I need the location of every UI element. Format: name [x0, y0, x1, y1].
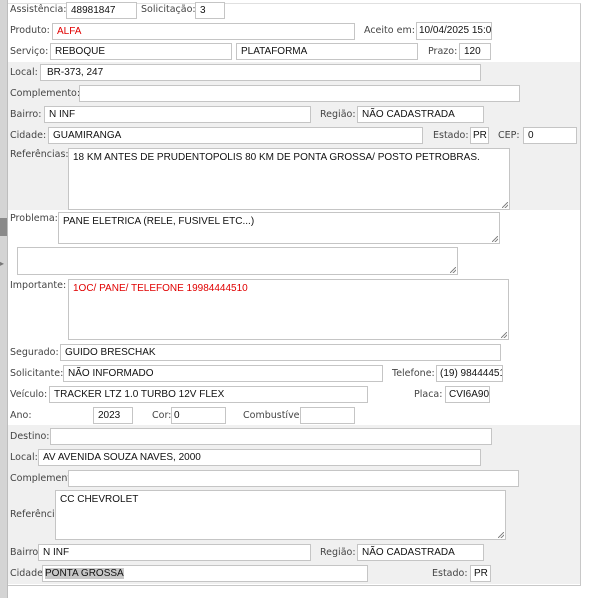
combustivel-label: Combustível: [243, 410, 306, 421]
cidade-field[interactable]: GUAMIRANGA [48, 127, 423, 144]
ano-field[interactable]: 2023 [93, 407, 133, 424]
produto-field[interactable]: ALFA [52, 23, 355, 40]
telefone-label: Telefone: [392, 368, 435, 379]
combustivel-field[interactable] [300, 407, 355, 424]
bairro-field[interactable]: N INF [44, 106, 311, 123]
local-label: Local: [10, 67, 38, 78]
referencias-textarea[interactable]: 18 KM ANTES DE PRUDENTOPOLIS 80 KM DE PO… [68, 148, 510, 210]
veiculo-label: Veículo: [10, 389, 48, 400]
prazo-field[interactable]: 120 [459, 43, 491, 60]
complemento-field[interactable] [79, 85, 520, 102]
complemento-label: Complemento: [10, 88, 81, 99]
destino-estado-field[interactable]: PR [470, 565, 491, 582]
destino-cidade-field[interactable]: PONTA GROSSA [42, 565, 368, 582]
solicitante-label: Solicitante: [10, 368, 64, 379]
ano-label: Ano: [10, 410, 32, 421]
placa-label: Placa: [414, 389, 443, 400]
destino-field[interactable] [50, 428, 492, 445]
destino-bairro-label: Bairro: [10, 547, 42, 558]
placa-field[interactable]: CVI6A90 [445, 386, 490, 403]
segurado-field[interactable]: GUIDO BRESCHAK [60, 344, 501, 361]
assistencia-label: Assistência: [10, 4, 67, 15]
segurado-label: Segurado: [10, 347, 59, 358]
destino-regiao-field[interactable]: NÃO CADASTRADA [357, 544, 484, 561]
aceito-label: Aceito em: [364, 25, 415, 36]
destino-complemento-field[interactable] [68, 470, 519, 487]
problema-extra-textarea[interactable] [17, 247, 458, 275]
veiculo-field[interactable]: TRACKER LTZ 1.0 TURBO 12V FLEX [49, 386, 368, 403]
estado-label: Estado: [433, 130, 469, 141]
solicitacao-label: Solicitação: [141, 4, 196, 15]
importante-label: Importante: [10, 280, 67, 291]
regiao-label: Região: [320, 109, 356, 120]
destino-regiao-label: Região: [320, 547, 356, 558]
local-field[interactable]: BR-373, 247 [40, 64, 481, 81]
destino-bairro-field[interactable]: N INF [38, 544, 311, 561]
destino-cidade-label: Cidade: [10, 568, 47, 579]
splitter-handle[interactable] [0, 218, 7, 236]
aceito-field[interactable]: 10/04/2025 15:04 [416, 22, 492, 40]
solicitante-field[interactable]: NÃO INFORMADO [63, 365, 383, 382]
expand-arrow-icon[interactable]: ▸ [0, 259, 4, 268]
destino-label: Destino: [10, 431, 50, 442]
servico-label: Serviço: [10, 46, 49, 57]
problema-textarea[interactable]: PANE ELETRICA (RELE, FUSIVEL ETC...) [58, 212, 500, 244]
solicitacao-field[interactable]: 3 [195, 2, 225, 19]
destino-cidade-selected-text: PONTA GROSSA [45, 568, 124, 579]
cidade-label: Cidade: [10, 130, 47, 141]
prazo-label: Prazo: [428, 46, 458, 57]
referencias-label: Referências: [10, 149, 69, 160]
estado-field[interactable]: PR [470, 127, 489, 144]
cep-field[interactable]: 0 [523, 127, 577, 144]
regiao-field[interactable]: NÃO CADASTRADA [357, 106, 484, 123]
produto-label: Produto: [10, 25, 50, 36]
destino-referencia-textarea[interactable]: CC CHEVROLET [55, 490, 506, 540]
destino-estado-label: Estado: [432, 568, 468, 579]
destino-local-field[interactable]: AV AVENIDA SOUZA NAVES, 2000 [38, 449, 481, 466]
cor-field[interactable]: 0 [171, 407, 226, 424]
servico-field[interactable]: REBOQUE [50, 43, 232, 60]
cor-label: Cor: [152, 410, 172, 421]
importante-textarea[interactable]: 1OC/ PANE/ TELEFONE 19984444510 [68, 279, 509, 340]
left-splitter[interactable] [0, 0, 8, 598]
cep-label: CEP: [498, 130, 520, 141]
telefone-field[interactable]: (19) 984444510 [436, 365, 503, 382]
problema-label: Problema: [10, 213, 58, 224]
servico-tipo-field[interactable]: PLATAFORMA [236, 43, 418, 60]
bairro-label: Bairro: [10, 109, 42, 120]
destino-local-label: Local: [10, 452, 38, 463]
assistencia-field[interactable]: 48981847 [66, 2, 137, 19]
